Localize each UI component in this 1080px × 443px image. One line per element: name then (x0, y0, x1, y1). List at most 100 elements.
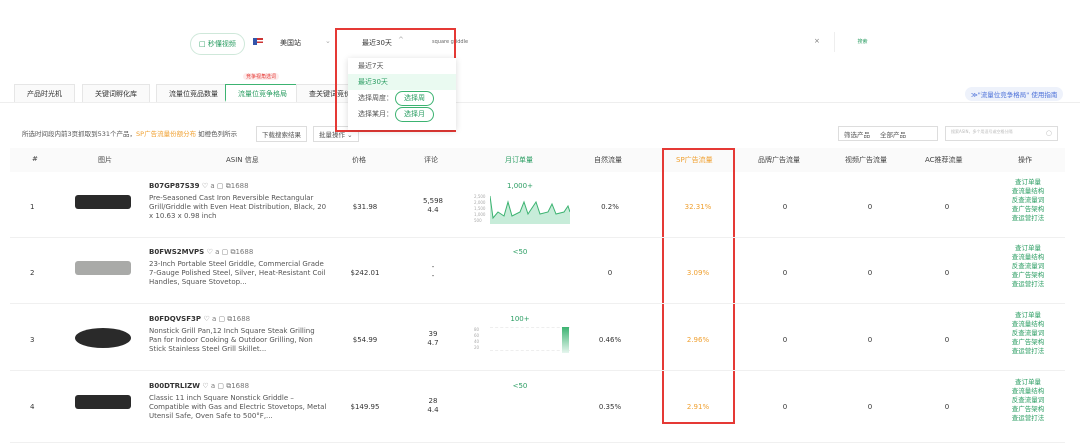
monthly-orders: <50 (512, 248, 528, 256)
action-link[interactable]: 查订单量 (998, 178, 1058, 187)
review-count: - (431, 263, 435, 271)
reviews: 28 4.4 (418, 397, 448, 415)
week-label: 选择周度： (358, 94, 393, 102)
action-link[interactable]: 查广告架构 (998, 205, 1058, 214)
col-ac[interactable]: AC推荐流量 (925, 155, 963, 165)
period-dropdown: 最近7天 最近30天 选择周度： 选择周 选择某月： 选择月 (348, 58, 456, 130)
col-asin[interactable]: ASIN 信息 (226, 155, 259, 165)
site-select[interactable]: 美国站 (280, 38, 301, 48)
info-text: 所选时间段内前3页抓取到531个产品，SP广告流量份额分布 如橙色列所示 (22, 128, 237, 138)
ac-traffic: 0 (944, 336, 950, 344)
product-image[interactable] (72, 187, 134, 221)
action-link[interactable]: 查运营打法 (998, 414, 1058, 423)
week-button[interactable]: 选择周 (395, 91, 434, 106)
product-title[interactable]: Pre-Seasoned Cast Iron Reversible Rectan… (149, 194, 329, 221)
chart-tick: 1,000 (474, 212, 486, 217)
col-brand-ad[interactable]: 品牌广告流量 (758, 155, 800, 165)
rating: - (431, 272, 435, 280)
col-image: 图片 (98, 156, 112, 164)
action-link[interactable]: 查订单量 (998, 378, 1058, 387)
sp-traffic: 32.31% (684, 203, 712, 211)
action-link[interactable]: 查订单量 (998, 244, 1058, 253)
product-title[interactable]: Nonstick Grill Pan,12 Inch Square Steak … (149, 327, 329, 354)
sp-traffic: 2.96% (686, 336, 710, 344)
action-links: 查订单量 查流量结构 反查流量词 查广告架构 查运营打法 (998, 311, 1058, 356)
search-button[interactable]: 搜索 (834, 32, 890, 52)
us-flag-icon (253, 38, 263, 45)
option-7days[interactable]: 最近7天 (348, 58, 456, 74)
col-organic[interactable]: 自然流量 (594, 155, 622, 165)
action-link[interactable]: 查广告架构 (998, 405, 1058, 414)
col-video-ad[interactable]: 视频广告流量 (845, 155, 887, 165)
tab-competitor-count[interactable]: 流量位竞品数量 (156, 84, 231, 102)
asin-icons[interactable]: ♡ a ▢ ⧉1688 (203, 315, 250, 323)
asin-icons[interactable]: ♡ a ▢ ⧉1688 (202, 382, 249, 390)
organic-traffic: 0.35% (598, 403, 622, 411)
asin-link[interactable]: B0FDQVSF3P ♡ a ▢ ⧉1688 (149, 315, 250, 324)
reviews: 39 4.7 (418, 330, 448, 348)
action-links: 查订单量 查流量结构 反查流量词 查广告架构 查运营打法 (998, 244, 1058, 289)
video-traffic: 0 (867, 269, 873, 277)
action-links: 查订单量 查流量结构 反查流量词 查广告架构 查运营打法 (998, 178, 1058, 223)
action-link[interactable]: 查流量结构 (998, 320, 1058, 329)
price: $31.98 (352, 203, 378, 211)
action-link[interactable]: 查运营打法 (998, 280, 1058, 289)
filter-select[interactable]: 筛选产品 全部产品 (838, 126, 938, 141)
action-link[interactable]: 反查流量词 (998, 396, 1058, 405)
action-link[interactable]: 查订单量 (998, 311, 1058, 320)
action-link[interactable]: 查广告架构 (998, 271, 1058, 280)
orders-trend-chart: 2,500 2,000 1,500 1,000 500 (474, 194, 570, 224)
action-link[interactable]: 查流量结构 (998, 187, 1058, 196)
download-button[interactable]: 下载搜索结果 (256, 126, 307, 142)
orders-bar (562, 327, 569, 353)
bar-chart-grid (490, 327, 570, 351)
price: $149.95 (350, 403, 380, 411)
chart-tick: 20 (474, 345, 480, 350)
review-count: 39 (428, 330, 438, 338)
row-number: 3 (30, 336, 35, 344)
product-title[interactable]: Classic 11 inch Square Nonstick Griddle … (149, 394, 329, 421)
month-button[interactable]: 选择月 (395, 107, 434, 122)
product-image[interactable] (72, 387, 134, 421)
tab-competition-pattern[interactable]: 流量位竞争格局 (225, 84, 300, 102)
action-link[interactable]: 查运营打法 (998, 214, 1058, 223)
product-image[interactable] (72, 253, 134, 287)
video-button[interactable]: □ 秒懂视频 (190, 33, 245, 55)
action-link[interactable]: 查流量结构 (998, 253, 1058, 262)
col-reviews[interactable]: 评论 (424, 155, 438, 165)
asin-search-input[interactable]: 搜索ASIN，多个用逗号或空格分隔 ○ (945, 126, 1058, 141)
sp-highlight-link[interactable]: SP广告流量份额分布 (136, 130, 196, 138)
organic-traffic: 0.46% (598, 336, 622, 344)
product-image[interactable] (72, 320, 134, 354)
sparkline (490, 195, 570, 224)
clear-icon[interactable]: × (814, 37, 820, 45)
filter-value: 全部产品 (880, 131, 906, 139)
asin-link[interactable]: B00DTRLIZW ♡ a ▢ ⧉1688 (149, 382, 249, 391)
action-links: 查订单量 查流量结构 反查流量词 查广告架构 查运营打法 (998, 378, 1058, 423)
product-title[interactable]: 23-Inch Portable Steel Griddle, Commerci… (149, 260, 329, 287)
col-price[interactable]: 价格 (352, 155, 366, 165)
col-monthly-orders[interactable]: 月订单量 (505, 155, 533, 165)
info-note: 如橙色列所示 (196, 130, 238, 138)
table-header (10, 148, 1065, 172)
action-link[interactable]: 查广告架构 (998, 338, 1058, 347)
action-link[interactable]: 查运营打法 (998, 347, 1058, 356)
action-link[interactable]: 查流量结构 (998, 387, 1058, 396)
asin-icons[interactable]: ♡ a ▢ ⧉1688 (202, 182, 249, 190)
chart-tick: 1,500 (474, 206, 486, 211)
asin-link[interactable]: B07GP87S39 ♡ a ▢ ⧉1688 (149, 182, 249, 191)
option-30days[interactable]: 最近30天 (348, 74, 456, 90)
action-link[interactable]: 反查流量词 (998, 329, 1058, 338)
ac-traffic: 0 (944, 269, 950, 277)
chart-tick: 500 (474, 218, 482, 223)
action-link[interactable]: 反查流量词 (998, 262, 1058, 271)
tab-keyword-incubator[interactable]: 关键词孵化库 (82, 84, 150, 102)
rating: 4.4 (427, 406, 439, 414)
row-number: 2 (30, 269, 35, 277)
asin-icons[interactable]: ♡ a ▢ ⧉1688 (207, 248, 254, 256)
asin-link[interactable]: B0FWS2MVPS ♡ a ▢ ⧉1688 (149, 248, 253, 257)
tab-time-machine[interactable]: 产品时光机 (14, 84, 75, 102)
guide-link[interactable]: ≫"流量位竞争格局" 使用指南 (965, 87, 1064, 101)
organic-traffic: 0 (607, 269, 613, 277)
action-link[interactable]: 反查流量词 (998, 196, 1058, 205)
